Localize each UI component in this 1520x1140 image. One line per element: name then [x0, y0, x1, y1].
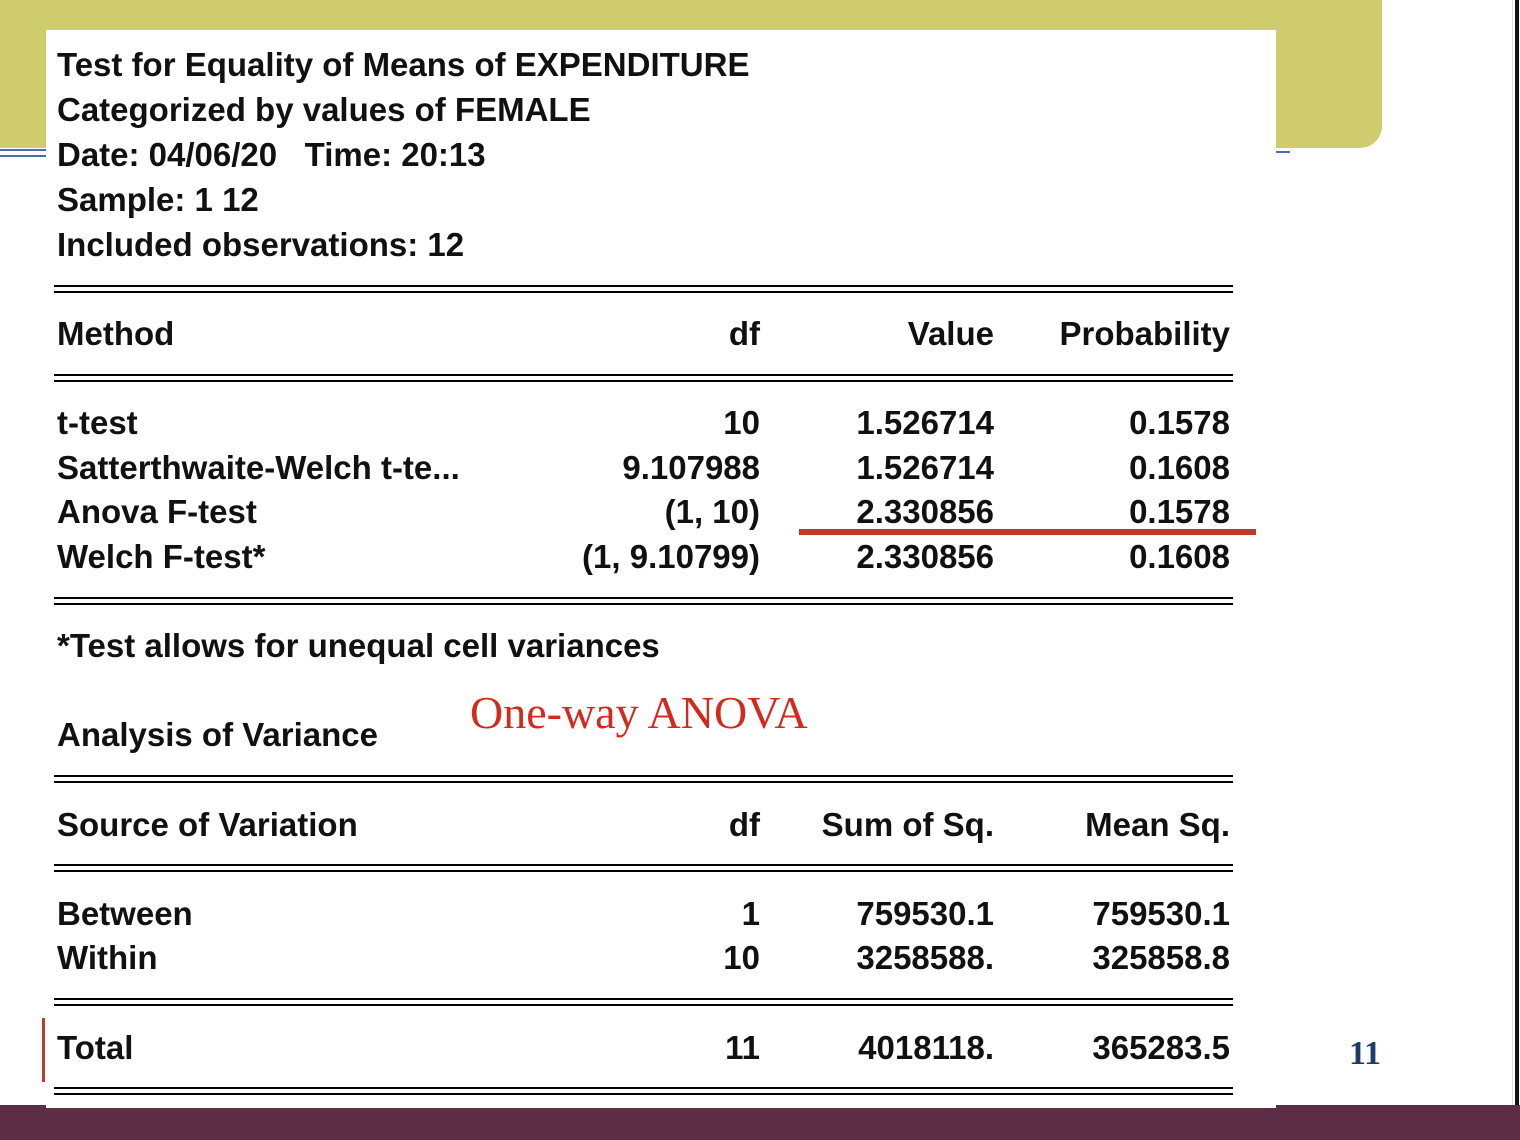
- df-cell: (1, 10): [664, 493, 760, 530]
- df-cell: 10: [723, 404, 760, 441]
- method-cell: Satterthwaite-Welch t-te...: [57, 449, 460, 486]
- table-rule: [54, 775, 1233, 783]
- table-rule: [54, 597, 1233, 605]
- value-cell: 2.330856: [856, 493, 994, 530]
- header-title: Test for Equality of Means of EXPENDITUR…: [57, 46, 750, 83]
- column-header-sum-sq: Sum of Sq.: [821, 806, 994, 843]
- method-cell: Welch F-test*: [57, 538, 266, 575]
- column-header-source: Source of Variation: [57, 806, 358, 843]
- table-rule: [54, 374, 1233, 382]
- mean-sq-cell: 759530.1: [1092, 895, 1230, 932]
- column-header-value: Value: [907, 315, 994, 352]
- table-rule: [54, 285, 1233, 293]
- highlight-underline: [799, 529, 1256, 535]
- column-header-method: Method: [57, 315, 175, 352]
- df-cell: (1, 9.10799): [582, 538, 760, 575]
- mean-sq-cell: 325858.8: [1092, 939, 1230, 976]
- header-category: Categorized by values of FEMALE: [57, 91, 591, 128]
- df-cell: 10: [723, 939, 760, 976]
- divider-line: [0, 155, 48, 157]
- page-number: 11: [1348, 1035, 1382, 1072]
- column-header-df: df: [728, 315, 760, 352]
- method-cell: t-test: [57, 404, 138, 441]
- sum-sq-cell: 759530.1: [856, 895, 994, 932]
- slide-edge: [1512, 0, 1520, 1105]
- df-cell: 1: [741, 895, 760, 932]
- value-cell: 1.526714: [856, 404, 994, 441]
- header-sample: Sample: 1 12: [57, 181, 259, 218]
- output-table-image: Test for Equality of Means of EXPENDITUR…: [46, 30, 1276, 1108]
- divider-line: [0, 149, 48, 151]
- probability-cell: 0.1608: [1129, 449, 1230, 486]
- header-datetime: Date: 04/06/20 Time: 20:13: [57, 136, 486, 173]
- table-rule: [54, 1087, 1233, 1095]
- table-rule: [54, 998, 1233, 1006]
- section-title: Analysis of Variance: [57, 716, 378, 753]
- df-cell: 11: [725, 1029, 760, 1066]
- value-cell: 2.330856: [856, 538, 994, 575]
- column-header-probability: Probability: [1059, 315, 1230, 352]
- sum-sq-cell: 4018118.: [858, 1029, 994, 1066]
- df-cell: 9.107988: [622, 449, 760, 486]
- footer-bar: [0, 1105, 1520, 1140]
- sum-sq-cell: 3258588.: [856, 939, 994, 976]
- accent-mark: [42, 1018, 45, 1082]
- table-rule: [54, 864, 1233, 872]
- probability-cell: 0.1578: [1129, 493, 1230, 530]
- annotation-label: One-way ANOVA: [470, 687, 808, 738]
- value-cell: 1.526714: [856, 449, 994, 486]
- header-observations: Included observations: 12: [57, 226, 465, 263]
- column-header-df: df: [728, 806, 760, 843]
- probability-cell: 0.1578: [1129, 404, 1230, 441]
- divider-line: [1276, 151, 1290, 153]
- column-header-mean-sq: Mean Sq.: [1085, 806, 1230, 843]
- edge-bar: [1515, 0, 1519, 1105]
- probability-cell: 0.1608: [1129, 538, 1230, 575]
- source-cell: Between: [57, 895, 193, 932]
- method-cell: Anova F-test: [57, 493, 257, 530]
- mean-sq-cell: 365283.5: [1092, 1029, 1230, 1066]
- total-label: Total: [57, 1029, 134, 1066]
- footnote: *Test allows for unequal cell variances: [57, 627, 660, 664]
- source-cell: Within: [57, 939, 158, 976]
